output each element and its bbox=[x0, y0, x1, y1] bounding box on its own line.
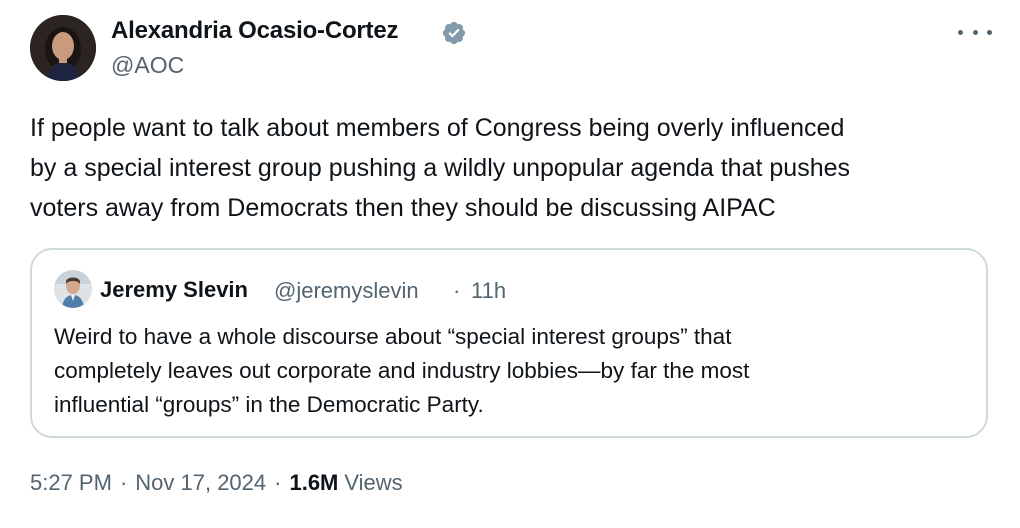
verified-badge-icon bbox=[442, 21, 466, 45]
quoted-text-line: Weird to have a whole discourse about “s… bbox=[54, 324, 732, 349]
more-dot bbox=[972, 29, 978, 35]
quoted-text-line: completely leaves out corporate and indu… bbox=[54, 358, 750, 383]
views-label: Views bbox=[344, 470, 403, 495]
quoted-timestamp[interactable]: 11h bbox=[471, 278, 506, 304]
quoted-author-handle[interactable]: @jeremyslevin bbox=[274, 278, 419, 304]
author-name[interactable]: Alexandria Ocasio-Cortez bbox=[111, 17, 398, 45]
quoted-author-name[interactable]: Jeremy Slevin bbox=[100, 277, 248, 303]
quoted-tweet[interactable]: Jeremy Slevin @jeremyslevin · 11h Weird … bbox=[30, 248, 988, 438]
meta-separator: · bbox=[274, 470, 282, 495]
tweet-time[interactable]: 5:27 PM bbox=[30, 470, 112, 496]
more-dot bbox=[958, 29, 963, 35]
more-dot bbox=[987, 29, 992, 35]
views-count[interactable]: 1.6M bbox=[289, 470, 338, 496]
quoted-tweet-text: Weird to have a whole discourse about “s… bbox=[54, 320, 974, 422]
tweet-text-line: If people want to talk about members of … bbox=[30, 114, 845, 142]
author-avatar[interactable] bbox=[30, 15, 96, 81]
more-options-icon[interactable] bbox=[958, 20, 992, 44]
quoted-avatar-image bbox=[54, 270, 92, 308]
quoted-separator: · bbox=[453, 278, 461, 303]
tweet-text-line: voters away from Democrats then they sho… bbox=[30, 194, 776, 222]
author-handle[interactable]: @AOC bbox=[111, 52, 184, 79]
quoted-text-line: influential “groups” in the Democratic P… bbox=[54, 392, 484, 417]
quoted-author-avatar[interactable] bbox=[54, 270, 92, 308]
author-avatar-image bbox=[30, 15, 96, 81]
tweet-text-line: by a special interest group pushing a wi… bbox=[30, 154, 850, 182]
meta-separator: · bbox=[119, 470, 128, 495]
tweet: Alexandria Ocasio-Cortez @AOC If people … bbox=[0, 0, 1020, 528]
tweet-text: If people want to talk about members of … bbox=[30, 108, 1000, 228]
tweet-date[interactable]: Nov 17, 2024 bbox=[135, 470, 266, 496]
tweet-meta: 5:27 PM · Nov 17, 2024 · 1.6M Views bbox=[30, 470, 403, 496]
